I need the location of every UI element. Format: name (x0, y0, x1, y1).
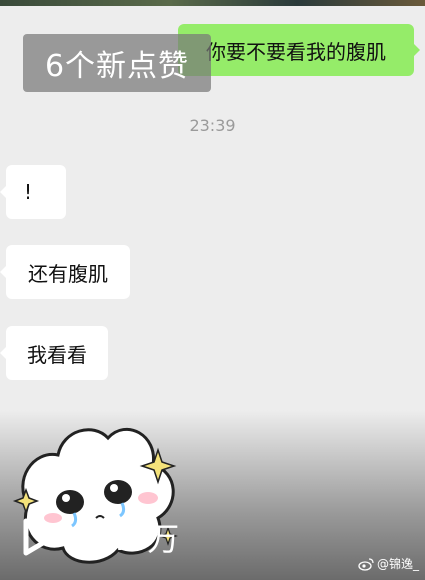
view-count[interactable]: 11.4万 (20, 514, 180, 560)
message-text: 你要不要看我的腹肌 (206, 39, 386, 64)
chat-timestamp: 23:39 (189, 116, 236, 135)
watermark-text: @锦逸_ (376, 557, 419, 571)
message-sent-bubble[interactable]: 你要不要看我的腹肌 (178, 24, 420, 76)
message-received-bubble[interactable]: 我看看 (0, 326, 108, 380)
message-text: ! (24, 180, 33, 204)
weibo-icon (358, 557, 374, 571)
view-count-text: 11.4万 (72, 520, 181, 558)
message-received-bubble[interactable]: 还有腹肌 (0, 245, 130, 299)
message-received-bubble[interactable]: ! (0, 165, 66, 219)
message-text: 我看看 (27, 342, 87, 367)
new-likes-overlay: 6个新点赞 (23, 34, 211, 92)
top-video-strip (0, 0, 425, 6)
message-text: 还有腹肌 (28, 261, 108, 286)
play-icon (23, 518, 56, 556)
likes-text: 6个新点赞 (44, 49, 190, 84)
weibo-watermark: @锦逸_ (358, 555, 419, 572)
